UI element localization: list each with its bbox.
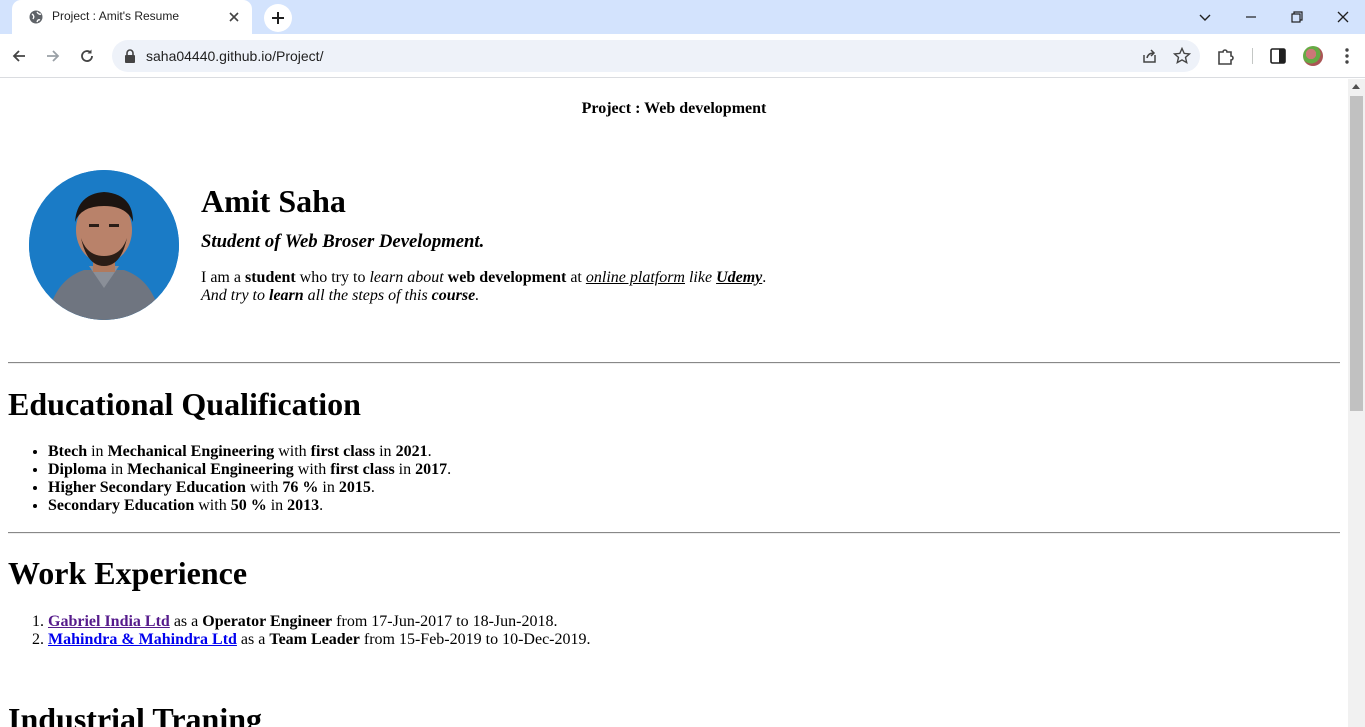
side-panel-icon[interactable] [1268,46,1288,66]
education-heading: Educational Qualification [8,386,361,422]
profile-tagline: Student of Web Broser Development. [201,231,485,252]
scroll-up-arrow-icon[interactable] [1352,84,1360,89]
education-item: Secondary Education with 50 % in 2013. [48,497,451,515]
education-item: Btech in Mechanical Engineering with fir… [48,443,451,461]
lock-icon[interactable] [124,49,136,63]
profile-text: Amit Saha Student of Web Broser Developm… [201,183,901,305]
online-platform-text: online platform [585,269,685,286]
restore-icon [1291,11,1303,23]
close-icon [1337,11,1349,23]
new-tab-button[interactable] [264,4,292,32]
minimize-button[interactable] [1239,5,1263,29]
work-heading: Work Experience [8,555,248,591]
work-item: Gabriel India Ltd as a Operator Engineer… [48,613,591,631]
intro-line-2: And try to learn all the steps of this c… [201,287,480,304]
divider [8,532,1340,534]
work-item: Mahindra & Mahindra Ltd as a Team Leader… [48,631,591,649]
close-tab-icon[interactable] [226,9,242,25]
minimize-icon [1246,16,1256,18]
page-viewport: Project : Web development Amit Saha Stud [0,79,1348,727]
divider [8,362,1340,364]
restore-button[interactable] [1285,5,1309,29]
company-link-mahindra[interactable]: Mahindra & Mahindra Ltd [48,631,237,648]
share-icon[interactable] [1141,47,1159,65]
intro-line-1: I am a student who try to learn about we… [201,269,767,286]
tab-search-button[interactable] [1193,5,1217,29]
person-portrait-icon [29,170,179,320]
more-menu-icon[interactable] [1337,46,1357,66]
globe-icon [29,10,43,24]
profile-name: Amit Saha [201,183,346,219]
education-item: Higher Secondary Education with 76 % in … [48,479,451,497]
udemy-text: Udemy [716,269,763,286]
education-list: Btech in Mechanical Engineering with fir… [48,443,451,515]
close-window-button[interactable] [1331,5,1355,29]
extensions-icon[interactable] [1216,46,1236,66]
education-item: Diploma in Mechanical Engineering with f… [48,461,451,479]
back-button[interactable] [7,44,31,68]
profile-avatar[interactable] [1303,46,1323,66]
forward-button[interactable] [41,44,65,68]
training-heading: Industrial Traning [8,701,263,727]
company-link-gabriel[interactable]: Gabriel India Ltd [48,613,170,630]
address-bar[interactable]: saha04440.github.io/Project/ [112,40,1200,72]
vertical-scrollbar[interactable] [1348,79,1365,727]
profile-photo [29,170,179,320]
url-text[interactable]: saha04440.github.io/Project/ [146,48,323,64]
tab-title: Project : Amit's Resume [52,9,179,23]
chevron-down-icon [1199,14,1211,21]
arrow-left-icon [12,50,25,62]
tab-strip: Project : Amit's Resume [0,0,1365,34]
arrow-right-icon [47,50,60,62]
intro-paragraph: I am a student who try to learn about we… [201,269,901,305]
page-title: Project : Web development [581,100,767,117]
toolbar-separator [1252,48,1253,64]
scroll-thumb[interactable] [1350,96,1363,411]
plus-icon [272,12,284,24]
browser-toolbar: saha04440.github.io/Project/ [0,34,1365,78]
reload-button[interactable] [75,44,99,68]
work-list: Gabriel India Ltd as a Operator Engineer… [48,613,591,649]
star-icon[interactable] [1173,47,1191,65]
tab-active[interactable]: Project : Amit's Resume [12,0,252,34]
reload-icon [81,49,93,62]
